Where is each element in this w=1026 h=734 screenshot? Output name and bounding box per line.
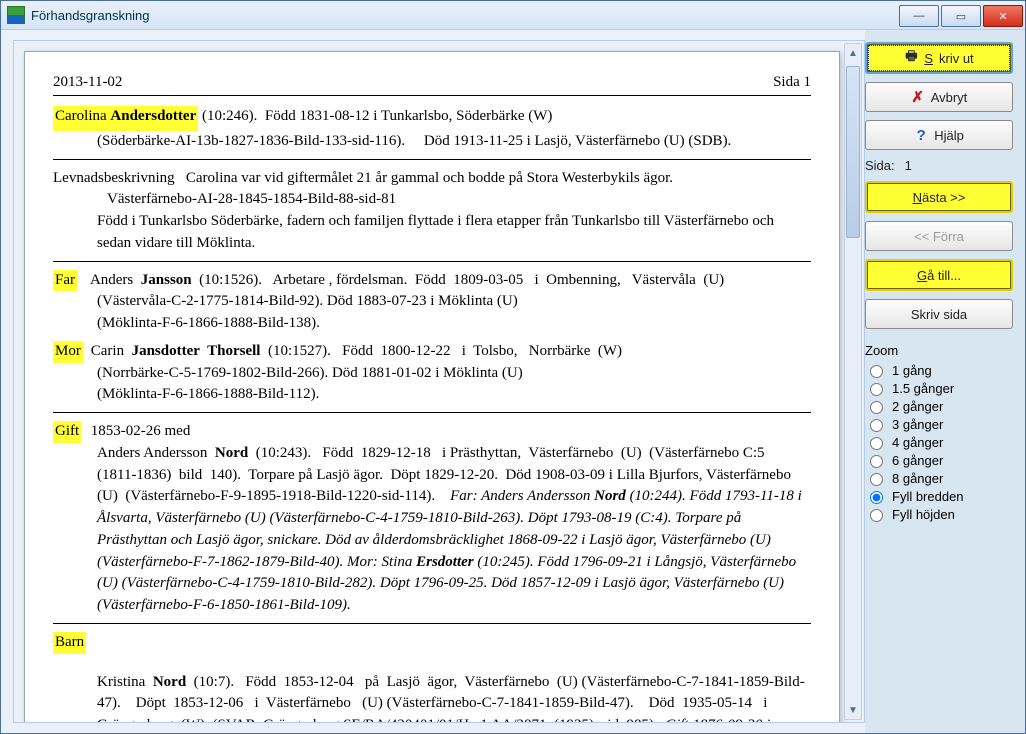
zoom-radio[interactable] (870, 365, 883, 378)
subject-name-highlight: Carolina Andersdotter (53, 106, 198, 131)
print-icon: 🖶 (904, 51, 918, 65)
zoom-option[interactable]: 8 gånger (865, 470, 1013, 486)
page: 2013-11-02 Sida 1 Carolina Andersdotter … (24, 51, 840, 723)
page-date: 2013-11-02 (53, 74, 122, 91)
next-button[interactable]: Nästa >> (865, 181, 1013, 213)
zoom-radio[interactable] (870, 455, 883, 468)
print-button[interactable]: 🖶 Skriv ut (865, 42, 1013, 74)
zoom-label: 8 gånger (892, 471, 943, 486)
life-text2: Född i Tunkarlsbo Söderbärke, fadern och… (97, 211, 811, 255)
subject-last: Andersdotter (110, 108, 196, 124)
prev-button[interactable]: << Förra (865, 221, 1013, 251)
divider-2 (53, 261, 811, 262)
zoom-option[interactable]: 2 gånger (865, 398, 1013, 414)
zoom-option[interactable]: 1.5 gånger (865, 380, 1013, 396)
mother-line3: (Möklinta-F-6-1866-1888-Bild-112). (97, 384, 811, 406)
divider-3 (53, 412, 811, 413)
marriage-label: Gift (53, 421, 81, 443)
subject-born: Född 1831-08-12 i Tunkarlsbo, Söderbärke… (265, 108, 552, 124)
marriage-p1: Anders Andersson Nord (10:243). Född 182… (97, 443, 811, 617)
preview-pane: 2013-11-02 Sida 1 Carolina Andersdotter … (1, 30, 865, 733)
cancel-button[interactable]: ✗ Avbryt (865, 82, 1013, 112)
help-button[interactable]: ? Hjälp (865, 120, 1013, 150)
life-text1: Carolina var vid giftermålet 21 år gamma… (186, 170, 673, 186)
header-rule (53, 95, 811, 96)
mother-line2: (Norrbärke-C-5-1769-1802-Bild-266). Död … (97, 363, 811, 385)
maximize-button[interactable]: ▭ (941, 5, 981, 27)
zoom-radio[interactable] (870, 419, 883, 432)
child-p1: Kristina Nord (10:7). Född 1853-12-04 på… (97, 672, 811, 724)
page-number: Sida 1 (773, 74, 811, 91)
page-label: Sida: (865, 158, 895, 173)
mother-line1: Carin Jansdotter Thorsell (10:1527). Föd… (91, 343, 622, 359)
subject-ref: (10:246). (202, 108, 257, 124)
life-label: Levnadsbeskrivning (53, 170, 175, 186)
zoom-label: 1.5 gånger (892, 381, 954, 396)
zoom-option[interactable]: Fyll bredden (865, 488, 1013, 504)
marriage-block: Gift 1853-02-26 med Anders Andersson Nor… (53, 421, 811, 617)
zoom-label: 3 gånger (892, 417, 943, 432)
father-block: Far Anders Jansson (10:1526). Arbetare ,… (53, 270, 811, 335)
zoom-label: 2 gånger (892, 399, 943, 414)
scroll-thumb[interactable] (846, 66, 860, 238)
life-src: Västerfärnebo-AI-28-1845-1854-Bild-88-si… (107, 189, 811, 211)
body: 2013-11-02 Sida 1 Carolina Andersdotter … (1, 30, 1025, 733)
zoom-radio[interactable] (870, 473, 883, 486)
zoom-radio[interactable] (870, 383, 883, 396)
zoom-group: Zoom 1 gång 1.5 gånger 2 gånger 3 gånger 4 g… (865, 343, 1013, 524)
zoom-option[interactable]: Fyll höjden (865, 506, 1013, 522)
divider-1 (53, 159, 811, 160)
zoom-option[interactable]: 3 gånger (865, 416, 1013, 432)
subject-block: Carolina Andersdotter (10:246). Född 183… (53, 106, 811, 153)
window-buttons: — ▭ ✕ (899, 3, 1025, 27)
close-button[interactable]: ✕ (983, 5, 1023, 27)
window: Förhandsgranskning — ▭ ✕ 2013-11-02 Sida… (0, 0, 1026, 734)
subject-first: Carolina (55, 108, 107, 124)
father-line3: (Möklinta-F-6-1866-1888-Bild-138). (97, 313, 811, 335)
print-page-button[interactable]: Skriv sida (865, 299, 1013, 329)
zoom-radio[interactable] (870, 509, 883, 522)
life-block: Levnadsbeskrivning Carolina var vid gift… (53, 168, 811, 255)
father-line1: Anders Jansson (10:1526). Arbetare , för… (90, 272, 724, 288)
zoom-label: 1 gång (892, 363, 932, 378)
scrollbar[interactable]: ▲ ▼ (844, 43, 862, 720)
window-title: Förhandsgranskning (31, 8, 899, 23)
mother-block: Mor Carin Jansdotter Thorsell (10:1527).… (53, 341, 811, 406)
zoom-option[interactable]: 1 gång (865, 362, 1013, 378)
minimize-button[interactable]: — (899, 5, 939, 27)
children-label: Barn (53, 632, 86, 654)
marriage-date: 1853-02-26 med (91, 423, 191, 439)
zoom-radio[interactable] (870, 401, 883, 414)
father-label: Far (53, 270, 77, 292)
zoom-radio[interactable] (870, 437, 883, 450)
zoom-label: 6 gånger (892, 453, 943, 468)
titlebar: Förhandsgranskning — ▭ ✕ (1, 1, 1025, 30)
page-header: 2013-11-02 Sida 1 (53, 74, 811, 91)
goto-button[interactable]: Gå till... (865, 259, 1013, 291)
zoom-label: 4 gånger (892, 435, 943, 450)
scroll-down-icon[interactable]: ▼ (845, 701, 861, 719)
zoom-label: Fyll bredden (892, 489, 964, 504)
subject-born-src: (Söderbärke-AI-13b-1827-1836-Bild-133-si… (97, 131, 811, 153)
children-block: Barn Kristina Nord (10:7). Född 1853-12-… (53, 632, 811, 723)
page-indicator: Sida: 1 (865, 158, 1013, 173)
scroll-area: 2013-11-02 Sida 1 Carolina Andersdotter … (13, 40, 865, 723)
zoom-option[interactable]: 6 gånger (865, 452, 1013, 468)
zoom-title: Zoom (865, 343, 1013, 358)
cancel-icon: ✗ (911, 90, 925, 104)
mother-label: Mor (53, 341, 83, 363)
side-panel: 🖶 Skriv ut ✗ Avbryt ? Hjälp Sida: 1 Näst… (865, 30, 1025, 733)
page-value: 1 (905, 158, 912, 173)
father-line2: (Västervåla-C-2-1775-1814-Bild-92). Död … (97, 291, 811, 313)
zoom-label: Fyll höjden (892, 507, 955, 522)
zoom-option[interactable]: 4 gånger (865, 434, 1013, 450)
divider-4 (53, 623, 811, 624)
scroll-up-icon[interactable]: ▲ (845, 44, 861, 62)
help-icon: ? (914, 128, 928, 142)
app-icon (7, 6, 25, 24)
zoom-radio[interactable] (870, 491, 883, 504)
